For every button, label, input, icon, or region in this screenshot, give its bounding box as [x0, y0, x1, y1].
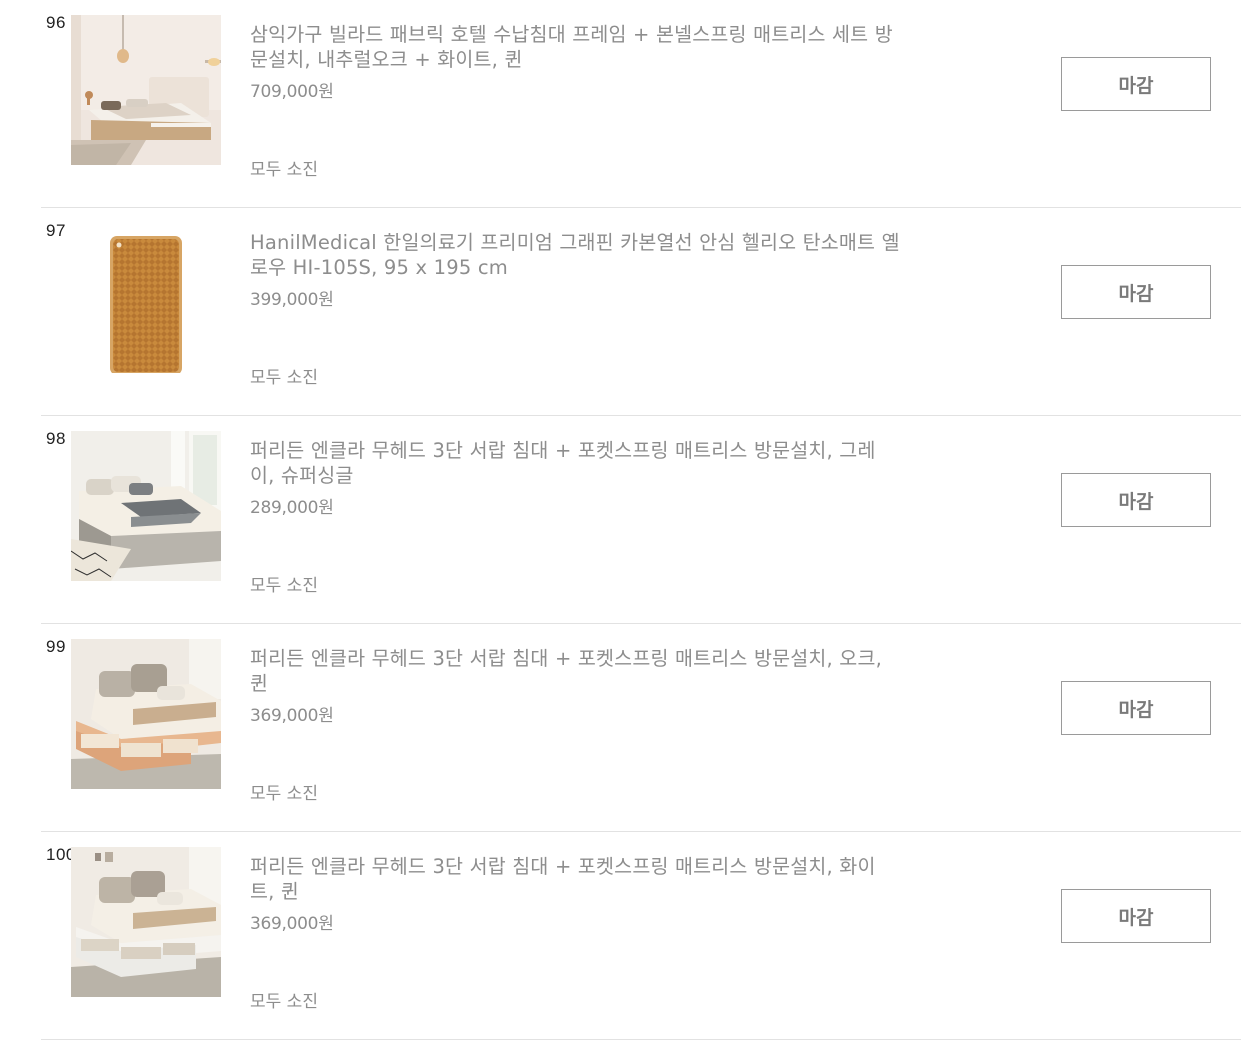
- product-price: 709,000원: [250, 82, 334, 102]
- closed-button[interactable]: 마감: [1061, 265, 1211, 319]
- product-price: 289,000원: [250, 498, 334, 518]
- sold-out-status: 모두 소진: [250, 576, 318, 596]
- list-item: 99 퍼리든 엔클라 무헤드 3단 서랍 침대 + 포켓스프링 매트리스 방문설…: [41, 624, 1241, 832]
- list-item: 96 삼익가구 빌라드 패브릭 호텔 수납침대 프레임 + 본넬스프링 매트리스…: [41, 0, 1241, 208]
- list-item: 97 HanilMedical 한일의료기 프리미엄 그래핀 카본열선 안심 헬…: [41, 208, 1241, 416]
- product-price: 369,000원: [250, 914, 334, 934]
- rank-number: 97: [46, 221, 66, 240]
- bed-photo-icon: [71, 847, 221, 997]
- closed-button[interactable]: 마감: [1061, 57, 1211, 111]
- product-title-link[interactable]: 퍼리든 엔클라 무헤드 3단 서랍 침대 + 포켓스프링 매트리스 방문설치, …: [250, 854, 900, 904]
- product-price: 369,000원: [250, 706, 334, 726]
- sold-out-status: 모두 소진: [250, 992, 318, 1012]
- product-thumbnail[interactable]: [71, 15, 221, 165]
- closed-button[interactable]: 마감: [1061, 473, 1211, 527]
- product-thumbnail[interactable]: [71, 431, 221, 581]
- product-list: 96 삼익가구 빌라드 패브릭 호텔 수납침대 프레임 + 본넬스프링 매트리스…: [41, 0, 1241, 1040]
- closed-button[interactable]: 마감: [1061, 889, 1211, 943]
- sold-out-status: 모두 소진: [250, 368, 318, 388]
- product-thumbnail[interactable]: [71, 223, 221, 373]
- sold-out-status: 모두 소진: [250, 784, 318, 804]
- rank-number: 96: [46, 13, 66, 32]
- sold-out-status: 모두 소진: [250, 160, 318, 180]
- product-title-link[interactable]: 퍼리든 엔클라 무헤드 3단 서랍 침대 + 포켓스프링 매트리스 방문설치, …: [250, 646, 900, 696]
- product-title-link[interactable]: 퍼리든 엔클라 무헤드 3단 서랍 침대 + 포켓스프링 매트리스 방문설치, …: [250, 438, 900, 488]
- closed-button[interactable]: 마감: [1061, 681, 1211, 735]
- list-item: 98 퍼리든 엔클라 무헤드 3단 서랍 침대 + 포켓스프링 매트리스 방문설…: [41, 416, 1241, 624]
- product-thumbnail[interactable]: [71, 639, 221, 789]
- product-title-link[interactable]: HanilMedical 한일의료기 프리미엄 그래핀 카본열선 안심 헬리오 …: [250, 230, 900, 280]
- product-price: 399,000원: [250, 290, 334, 310]
- bed-photo-icon: [71, 639, 221, 789]
- product-thumbnail[interactable]: [71, 847, 221, 997]
- list-item: 100 퍼리든 엔클라 무헤드 3단 서랍 침대 + 포켓스프링 매트리스 방문…: [41, 832, 1241, 1040]
- rank-number: 99: [46, 637, 66, 656]
- bed-photo-icon: [71, 15, 221, 165]
- heating-mat-icon: [71, 223, 221, 373]
- rank-number: 98: [46, 429, 66, 448]
- product-title-link[interactable]: 삼익가구 빌라드 패브릭 호텔 수납침대 프레임 + 본넬스프링 매트리스 세트…: [250, 22, 900, 72]
- bed-photo-icon: [71, 431, 221, 581]
